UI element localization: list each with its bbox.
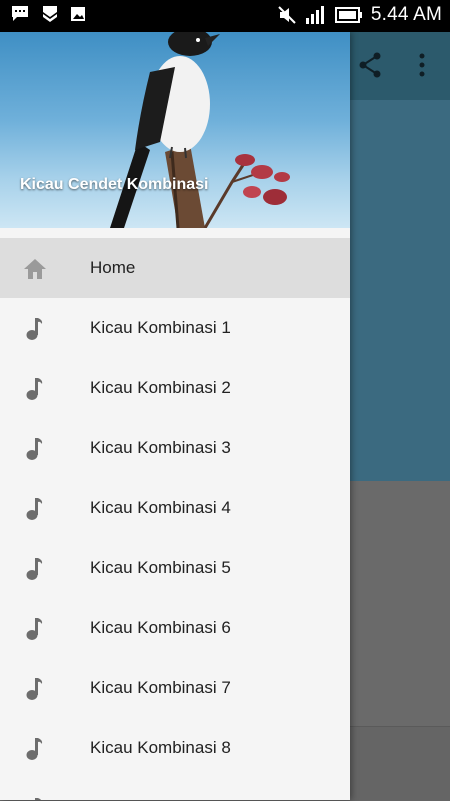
shield-icon: [42, 5, 58, 23]
drawer-header-title: Kicau Cendet Kombinasi: [20, 176, 209, 193]
bird-photo: [110, 32, 290, 228]
status-time: 5.44 AM: [370, 4, 442, 25]
menu-item-label: Kicau Kombinasi 4: [90, 498, 231, 517]
share-icon[interactable]: [358, 52, 382, 83]
menu-item-kombinasi-4[interactable]: Kicau Kombinasi 4: [0, 478, 350, 538]
music-note-icon: [22, 796, 48, 800]
menu-item-kombinasi-5[interactable]: Kicau Kombinasi 5: [0, 538, 350, 598]
menu-item-kombinasi-1[interactable]: Kicau Kombinasi 1: [0, 298, 350, 358]
overflow-menu-icon[interactable]: [418, 52, 426, 83]
menu-item-label: Kicau Kombinasi 7: [90, 678, 231, 697]
menu-item-label: Home: [90, 258, 136, 277]
menu-item-label: Kicau Kombinasi 2: [90, 378, 231, 397]
menu-item-home[interactable]: Home: [0, 238, 350, 298]
drawer-menu: Home Kicau Kombinasi 1 Kicau Kombinasi 2…: [0, 238, 350, 800]
image-icon: [70, 6, 86, 22]
music-note-icon: [22, 376, 48, 402]
battery-icon: [334, 7, 363, 23]
menu-item-label: Kicau Kombinasi 3: [90, 438, 231, 457]
menu-item-kombinasi-7[interactable]: Kicau Kombinasi 7: [0, 658, 350, 718]
navigation-drawer: Kicau Cendet Kombinasi Home Kicau Kombin…: [0, 32, 350, 800]
drawer-header: Kicau Cendet Kombinasi: [0, 32, 350, 228]
menu-item-label: Kicau Kombinasi 5: [90, 558, 231, 577]
music-note-icon: [22, 436, 48, 462]
menu-item-label: Kicau Kombinasi 8: [90, 738, 231, 757]
menu-item-kombinasi-8[interactable]: Kicau Kombinasi 8: [0, 718, 350, 778]
chat-notification-icon: [10, 5, 30, 23]
music-note-icon: [22, 316, 48, 342]
status-bar: 5.44 AM: [0, 0, 450, 32]
menu-item-label: Kicau Kombinasi 6: [90, 618, 231, 637]
menu-item-partial[interactable]: [0, 778, 350, 800]
music-note-icon: [22, 676, 48, 702]
menu-item-kombinasi-3[interactable]: Kicau Kombinasi 3: [0, 418, 350, 478]
music-note-icon: [22, 616, 48, 642]
menu-item-kombinasi-2[interactable]: Kicau Kombinasi 2: [0, 358, 350, 418]
mute-icon: [277, 5, 297, 25]
music-note-icon: [22, 496, 48, 522]
music-note-icon: [22, 736, 48, 762]
music-note-icon: [22, 556, 48, 582]
signal-icon: [305, 5, 327, 25]
home-icon: [22, 256, 48, 282]
menu-item-label: Kicau Kombinasi 1: [90, 318, 231, 337]
menu-item-kombinasi-6[interactable]: Kicau Kombinasi 6: [0, 598, 350, 658]
